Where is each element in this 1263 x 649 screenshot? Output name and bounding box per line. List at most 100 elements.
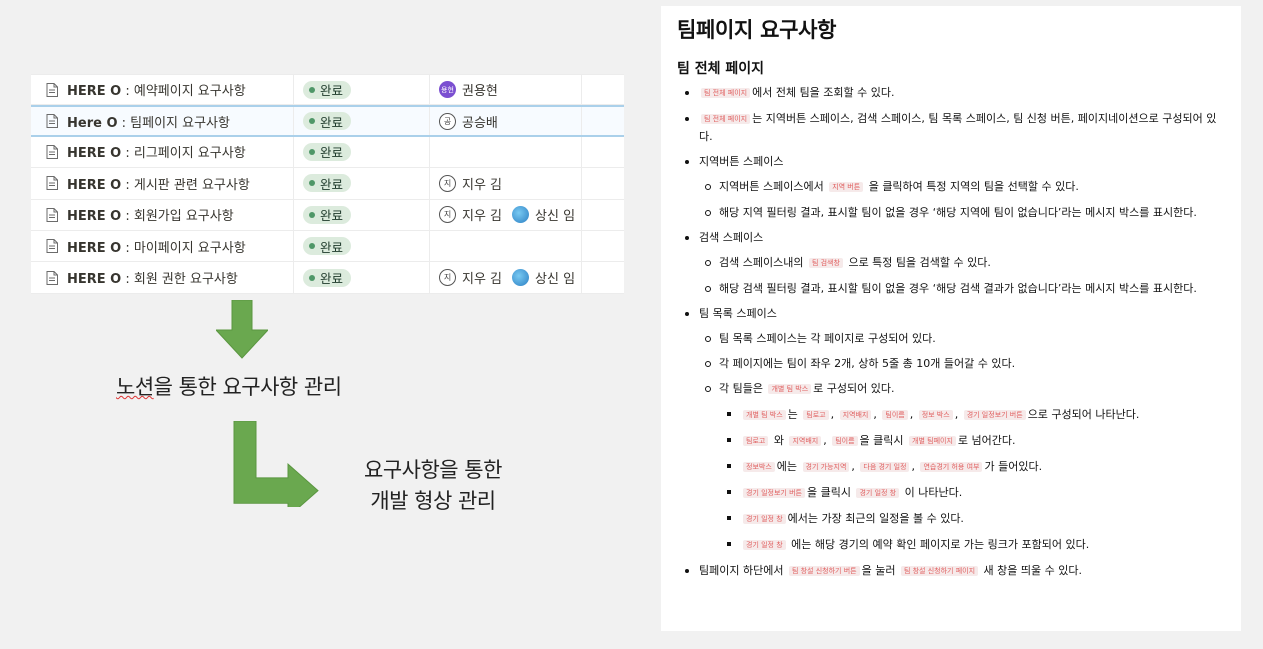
page-name-cell[interactable]: HERE O : 리그페이지 요구사항 [31,136,294,168]
notion-caption: 노션을 통한 요구사항 관리 [116,371,342,401]
page-name[interactable]: HERE O : 회원 권한 요구사항 [67,268,238,287]
assignee-cell[interactable]: 지 지우 김 [430,168,582,199]
page-name[interactable]: HERE O : 게시판 관련 요구사항 [67,174,250,193]
inline-code: 개별 팀 박스 [768,384,812,394]
dev-caption: 요구사항을 통한 개발 형상 관리 [364,455,502,517]
empty-cell[interactable] [582,137,624,167]
page-name-cell[interactable]: HERE O : 회원가입 요구사항 [31,199,294,230]
item-text: 는 지역버튼 스페이스, 검색 스페이스, 팀 목록 스페이스, 팀 신청 버튼… [699,112,1217,143]
list-item: 팀 전체 페이지 는 지역버튼 스페이스, 검색 스페이스, 팀 목록 스페이스,… [677,110,1241,145]
assignee: 지 지우 김 [439,174,502,193]
status-label: 완료 [320,114,344,130]
avatar: 지 [439,206,456,224]
dev-caption-line1: 요구사항을 통한 [364,458,502,482]
table-row[interactable]: HERE O : 마이페이지 요구사항 완료 [31,230,624,263]
inline-code: 팀로고 [803,410,829,420]
item-text: 와 [770,434,788,447]
status-label: 완료 [320,83,344,99]
page-name[interactable]: HERE O : 예약페이지 요구사항 [67,80,246,99]
inline-code: 경기 가능지역 [802,462,850,472]
status-dot-icon [309,243,315,250]
assignee-cell[interactable]: 용현 권용현 [430,75,582,105]
status-cell[interactable]: 완료 [294,168,430,199]
item-text: 해당 지역 필터링 결과, 표시할 팀이 없을 경우 ‘해당 지역에 팀이 없습… [719,206,1197,219]
status-badge: 완료 [303,112,352,131]
assignee: 상신 임 [512,205,575,224]
page-name-cell[interactable]: HERE O : 게시판 관련 요구사항 [31,168,294,199]
status-cell[interactable]: 완료 [294,262,430,293]
item-text: 에서는 가장 최근의 일정을 볼 수 있다. [787,512,964,525]
inline-code: 연습경기 허용 여부 [920,462,983,472]
page-name-cell[interactable]: Here O : 팀페이지 요구사항 [31,107,294,135]
item-text: , [873,408,881,421]
avatar-initials: 지 [443,273,452,283]
assignee-cell[interactable]: 지 지우 김 상신 임 [430,199,582,230]
doc-section-title: 팀 전체 페이지 [677,61,765,77]
item-text: 이 나타난다. [901,486,963,499]
empty-cell[interactable] [582,231,624,261]
assignee-name: 공승배 [462,115,498,131]
assignee-name: 지우 김 [462,209,503,225]
table-row[interactable]: Here O : 팀페이지 요구사항 완료 공 공승배 [31,105,624,137]
inline-code: 경기 일정 창 [743,540,786,550]
status-cell[interactable]: 완료 [294,107,430,135]
inline-code: 지역 버튼 [829,182,864,192]
item-text: 새 창을 띄울 수 있다. [980,564,1082,577]
document-icon [46,207,58,222]
list-item: 해당 검색 필터링 결과, 표시할 팀이 없을 경우 ‘해당 검색 결과가 없습… [699,280,1223,297]
list-item: 팀 목록 스페이스 팀 목록 스페이스는 각 페이지로 구성되어 있다. 각 페이지… [677,305,1241,554]
page-name-cell[interactable]: HERE O : 회원 권한 요구사항 [31,262,294,293]
table-row[interactable]: HERE O : 회원가입 요구사항 완료 지 지우 김 상신 임 [31,199,624,231]
empty-cell[interactable] [582,200,624,230]
item-text: 으로 특정 팀을 검색할 수 있다. [844,256,991,269]
status-dot-icon [309,274,315,281]
empty-cell[interactable] [582,262,624,292]
status-cell[interactable]: 완료 [294,199,430,230]
status-badge: 완료 [303,268,352,287]
table-row[interactable]: HERE O : 게시판 관련 요구사항 완료 지 지우 김 [31,168,624,200]
assignee-cell[interactable] [430,136,582,168]
page-name-cell[interactable]: HERE O : 마이페이지 요구사항 [31,230,294,262]
page-name-cell[interactable]: HERE O : 예약페이지 요구사항 [31,75,294,105]
table-row[interactable]: HERE O : 리그페이지 요구사항 완료 [31,136,624,169]
inline-code: 경기 일정 창 [743,514,786,524]
page-prefix: HERE O [67,240,122,256]
inline-code: 팀 전체 페이지 [701,114,751,124]
status-cell[interactable]: 완료 [294,75,430,105]
item-text: 해당 검색 필터링 결과, 표시할 팀이 없을 경우 ‘해당 검색 결과가 없습… [719,282,1197,295]
table-row[interactable]: HERE O : 예약페이지 요구사항 완료 용현 권용현 [31,74,624,106]
item-text: 을 클릭시 [806,486,855,499]
item-text: , [911,460,919,473]
inline-code: 팀 검색창 [808,258,843,268]
page-name[interactable]: Here O : 팀페이지 요구사항 [67,112,230,131]
assignee-cell[interactable] [430,230,582,262]
page-title: : 마이페이지 요구사항 [121,240,246,256]
assignee-cell[interactable]: 공 공승배 [430,107,582,135]
doc-list: 팀 전체 페이지 에서 전체 팀을 조회할 수 있다. 팀 전체 페이지 는 지역버튼… [677,84,1241,580]
table-row[interactable]: HERE O : 회원 권한 요구사항 완료 지 지우 김 상신 임 [31,262,624,294]
inline-code: 지역배지 [839,410,872,420]
page-name[interactable]: HERE O : 리그페이지 요구사항 [67,142,246,161]
status-cell[interactable]: 완료 [294,136,430,168]
inline-code: 팀이름 [882,410,908,420]
document-icon [46,114,58,129]
page-name[interactable]: HERE O : 회원가입 요구사항 [67,205,234,224]
item-text: 검색 스페이스내의 [719,256,807,269]
assignee-cell[interactable]: 지 지우 김 상신 임 [430,262,582,293]
item-text: 지역버튼 스페이스에서 [719,180,828,193]
empty-cell[interactable] [582,107,624,134]
list-item: 검색 스페이스 검색 스페이스내의 팀 검색창 으로 특정 팀을 검색할 수 있다… [677,229,1241,297]
status-label: 완료 [320,239,344,255]
sub-list: 팀 목록 스페이스는 각 페이지로 구성되어 있다. 각 페이지에는 팀이 좌우 … [699,330,1223,554]
empty-cell[interactable] [582,168,624,198]
inline-code: 지역배지 [789,436,822,446]
list-item: 팀페이지 하단에서 팀 창설 신청하기 버튼 을 눌러 팀 창설 신청하기 페이지… [677,562,1241,580]
assignee: 용현 권용현 [439,80,498,99]
status-cell[interactable]: 완료 [294,230,430,262]
page-prefix: Here O [67,115,118,131]
page-name[interactable]: HERE O : 마이페이지 요구사항 [67,237,246,256]
empty-cell[interactable] [582,75,624,104]
sub-list: 개별 팀 박스 는 팀로고, 지역배지, 팀이름, 정보 박스, 경기 일정보기 … [719,406,1205,554]
avatar-initials: 공 [443,116,452,126]
document-icon [46,82,58,97]
